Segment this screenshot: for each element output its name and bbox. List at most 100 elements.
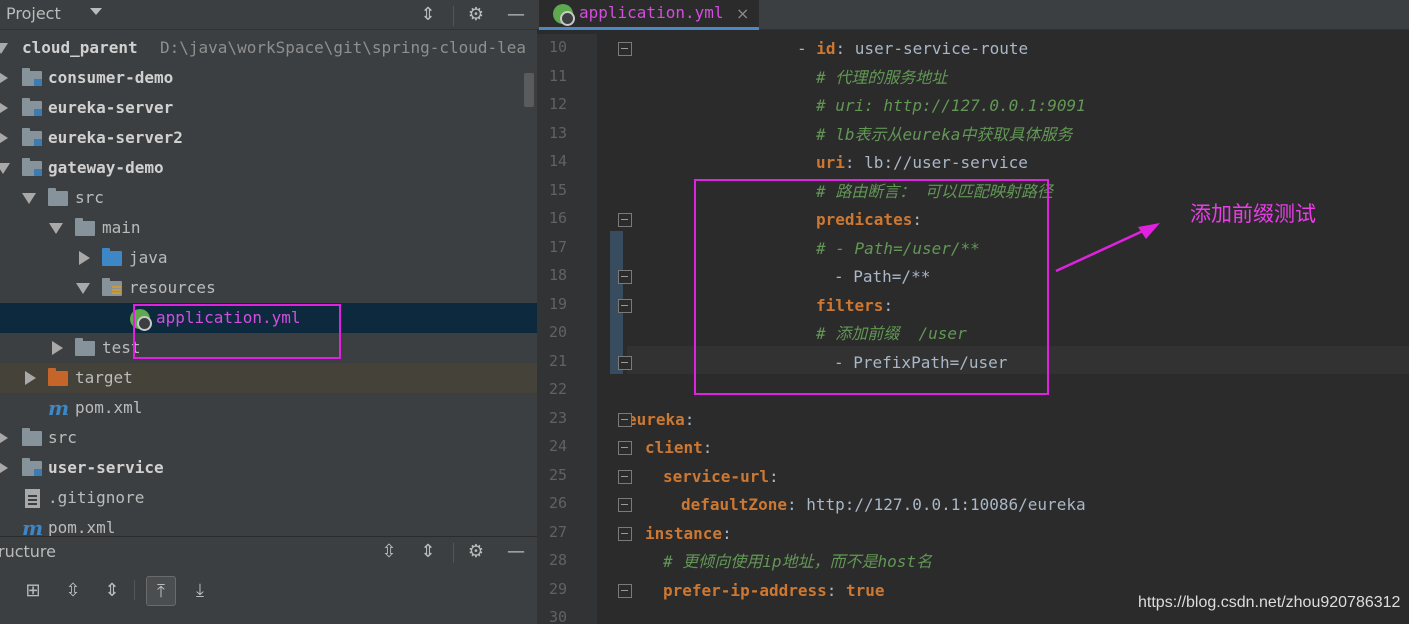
expanded-arrow-icon[interactable] — [0, 153, 10, 183]
tree-row-src[interactable]: src — [0, 183, 537, 213]
code-comment: # uri: http://127.0.0.1:9091 — [816, 96, 1086, 115]
folder-icon — [48, 188, 68, 206]
code-line[interactable]: eureka: — [627, 406, 694, 434]
fold-marker-icon[interactable] — [618, 498, 632, 512]
code-line[interactable]: # 更倾向使用ip地址，而不是host名 — [663, 548, 932, 576]
collapse-all-icon[interactable]: ⇕ — [417, 4, 439, 26]
fold-marker-icon[interactable] — [618, 213, 632, 227]
tree-row-java[interactable]: java — [0, 243, 537, 273]
line-number: 29 — [548, 579, 567, 598]
fold-marker-icon[interactable] — [618, 526, 632, 541]
code-line[interactable]: uri: lb://user-service — [816, 149, 1028, 177]
project-panel-header: Project ⇕ ⚙ — — [0, 0, 537, 30]
fold-marker-icon[interactable] — [618, 355, 632, 370]
collapsed-arrow-icon[interactable] — [51, 333, 65, 363]
project-panel-title[interactable]: Project — [6, 4, 61, 23]
tree-label: consumer-demo — [48, 68, 174, 87]
expanded-arrow-icon[interactable] — [49, 213, 63, 243]
code-line[interactable]: # uri: http://127.0.0.1:9091 — [816, 92, 1086, 120]
hide-panel-icon[interactable]: — — [505, 4, 527, 26]
expand-all-icon[interactable]: ⇳ — [58, 576, 88, 606]
collapse-all-icon[interactable]: ⇕ — [417, 541, 439, 563]
collapsed-arrow-icon[interactable] — [0, 453, 10, 483]
collapsed-arrow-icon[interactable] — [78, 243, 92, 273]
tree-row-gateway-demo[interactable]: gateway-demo — [0, 153, 537, 183]
show-members-icon[interactable]: ⊞ — [18, 576, 48, 606]
tree-row-user-service[interactable]: user-service — [0, 453, 537, 483]
toolbar-separator — [134, 580, 135, 600]
folder-icon — [75, 218, 95, 236]
vertical-scrollbar[interactable] — [524, 73, 534, 107]
tree-row-target[interactable]: target — [0, 363, 537, 393]
code-line[interactable]: - id: user-service-route — [797, 35, 1028, 63]
code-comment: # lb表示从eureka中获取具体服务 — [816, 124, 1073, 144]
fold-marker-icon[interactable] — [618, 441, 632, 455]
expanded-arrow-icon[interactable] — [22, 183, 36, 213]
autoscroll-from-source-icon[interactable]: ⤓ — [185, 576, 215, 606]
tree-row-eureka-server2[interactable]: eureka-server2 — [0, 123, 537, 153]
code-separator: : — [835, 39, 855, 58]
collapsed-arrow-icon[interactable] — [0, 423, 10, 453]
collapsed-arrow-icon[interactable] — [24, 363, 38, 393]
view-dropdown-icon[interactable] — [90, 8, 102, 15]
tree-row-src-root[interactable]: src — [0, 423, 537, 453]
module-folder-icon — [22, 98, 42, 116]
collapse-all-icon[interactable]: ⇕ — [97, 576, 127, 606]
code-line[interactable]: service-url: — [663, 463, 779, 491]
code-key: prefer-ip-address — [663, 580, 827, 600]
tree-row-pom-xml[interactable]: m pom.xml — [0, 393, 537, 423]
module-folder-icon — [22, 158, 42, 176]
tree-row-consumer-demo[interactable]: consumer-demo — [0, 63, 537, 93]
fold-marker-icon[interactable] — [618, 42, 632, 56]
hide-panel-icon[interactable]: — — [505, 541, 527, 563]
line-number: 24 — [548, 437, 567, 455]
tree-row-resources[interactable]: resources — [0, 273, 537, 303]
folder-icon — [22, 428, 42, 446]
collapsed-arrow-icon[interactable] — [0, 93, 10, 123]
fold-marker-icon[interactable] — [618, 469, 632, 484]
expanded-arrow-icon[interactable] — [0, 33, 8, 63]
code-line[interactable]: defaultZone: http://127.0.0.1:10086/eure… — [681, 491, 1086, 519]
code-line[interactable]: # 代理的服务地址 — [816, 64, 947, 92]
editor-tab-application-yml[interactable]: application.yml × — [539, 0, 759, 30]
code-line[interactable]: client: — [645, 434, 712, 462]
collapsed-arrow-icon[interactable] — [0, 123, 10, 153]
tree-row-main[interactable]: main — [0, 213, 537, 243]
expand-all-icon[interactable]: ⇳ — [378, 541, 400, 563]
project-path: D:\java\workSpace\git\spring-cloud-lea — [160, 38, 527, 57]
code-separator: : — [684, 409, 695, 429]
collapsed-arrow-icon[interactable] — [0, 63, 10, 93]
code-line[interactable]: # lb表示从eureka中获取具体服务 — [816, 121, 1072, 149]
code-separator: : — [702, 438, 713, 457]
annotation-arrow-icon — [1055, 223, 1160, 273]
code-separator: : — [826, 580, 847, 600]
resources-folder-icon — [102, 278, 122, 296]
gear-icon[interactable]: ⚙ — [465, 541, 487, 563]
code-line[interactable]: instance: — [645, 520, 732, 548]
module-folder-icon — [22, 128, 42, 146]
tree-row-gitignore[interactable]: .gitignore — [0, 483, 537, 513]
fold-marker-icon[interactable] — [618, 298, 632, 313]
fold-marker-icon[interactable] — [618, 412, 632, 427]
excluded-folder-icon — [48, 368, 68, 386]
editor-tab-bar: application.yml × — [537, 0, 1409, 30]
autoscroll-to-source-icon[interactable]: ⤒ — [146, 576, 176, 606]
code-key: client — [645, 438, 703, 457]
fold-marker-icon[interactable] — [618, 270, 632, 284]
structure-panel-title[interactable]: ructure — [0, 542, 56, 561]
code-comment: # 更倾向使用ip地址，而不是host名 — [663, 552, 933, 571]
line-number: 13 — [548, 123, 567, 142]
code-separator: : — [786, 495, 807, 514]
code-comment: # 代理的服务地址 — [816, 67, 948, 87]
gear-icon[interactable]: ⚙ — [465, 4, 487, 26]
expanded-arrow-icon[interactable] — [76, 273, 90, 303]
tree-row-eureka-server[interactable]: eureka-server — [0, 93, 537, 123]
tree-row-cloud-parent[interactable]: cloud_parent D:\java\workSpace\git\sprin… — [0, 33, 537, 63]
structure-panel-header: ructure ⇳ ⇕ ⚙ — — [0, 536, 537, 566]
close-icon[interactable]: × — [736, 4, 749, 23]
fold-marker-icon[interactable] — [618, 583, 632, 598]
code-line[interactable]: prefer-ip-address: true — [663, 577, 885, 605]
code-key: defaultZone — [681, 495, 787, 514]
line-number: 15 — [548, 180, 567, 199]
toolbar-separator — [453, 543, 454, 563]
